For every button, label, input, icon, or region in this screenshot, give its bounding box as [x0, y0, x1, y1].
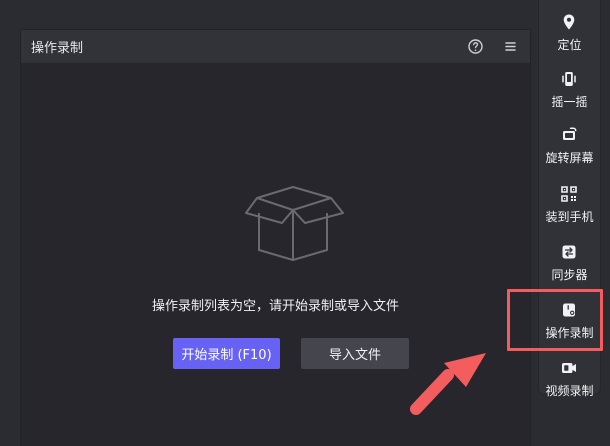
toolbar-item-location[interactable]: 定位 — [539, 4, 600, 60]
toolbar-item-sync[interactable]: 同步器 — [539, 234, 600, 290]
menu-icon[interactable] — [502, 38, 519, 55]
toolbar-item-install-phone[interactable]: 装到手机 — [539, 176, 600, 232]
empty-box-icon — [227, 180, 357, 268]
sync-icon — [559, 242, 579, 262]
panel-title: 操作录制 — [31, 41, 84, 56]
highlight-arrow — [404, 346, 494, 416]
shake-icon — [559, 69, 579, 89]
toolbar-item-rotate-screen-label: 旋转屏幕 — [545, 151, 594, 165]
location-icon — [559, 12, 579, 32]
toolbar-item-video-record-label: 视频录制 — [545, 384, 594, 398]
toolbar-item-shake-label: 摇一摇 — [551, 95, 588, 109]
import-file-button[interactable]: 导入文件 — [301, 338, 409, 369]
video-record-icon — [559, 358, 579, 378]
empty-message: 操作录制列表为空，请开始录制或导入文件 — [151, 299, 399, 314]
highlight-box — [507, 289, 603, 351]
toolbar-item-sync-label: 同步器 — [551, 268, 588, 282]
toolbar-item-video-record[interactable]: 视频录制 — [539, 350, 600, 406]
help-icon[interactable] — [467, 38, 484, 55]
emulator-stage: 操作录制 操作录制列表为空，请开始录制或导入文件 开始录制 (F10) 导入文件… — [0, 0, 610, 446]
qr-code-icon — [559, 184, 579, 204]
panel-header: 操作录制 — [21, 30, 530, 63]
start-recording-button[interactable]: 开始录制 (F10) — [173, 338, 280, 369]
toolbar-item-location-label: 定位 — [557, 38, 582, 52]
toolbar-item-install-phone-label: 装到手机 — [545, 210, 594, 224]
toolbar-item-shake[interactable]: 摇一摇 — [539, 61, 600, 117]
toolbar-item-rotate-screen[interactable]: 旋转屏幕 — [539, 117, 600, 173]
rotate-screen-icon — [559, 125, 579, 145]
